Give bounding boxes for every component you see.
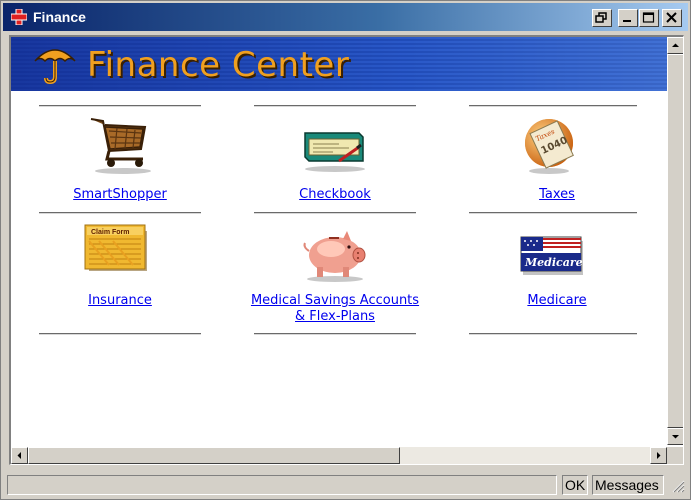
divider [254,333,416,335]
divider [39,105,201,107]
horizontal-scrollbar[interactable] [11,447,667,464]
divider [469,333,637,335]
scroll-left-button[interactable] [11,447,28,464]
minimize-button[interactable] [618,9,638,27]
status-bar: OK Messages [3,472,688,498]
title-bar[interactable]: Finance [3,3,688,31]
arrow-up-icon [672,43,679,47]
divider [39,333,201,335]
status-messages[interactable]: Messages [592,475,664,495]
scroll-right-button[interactable] [650,447,667,464]
divider [469,212,637,214]
smartshopper-link[interactable]: SmartShopper [39,187,201,203]
status-ok: OK [562,475,588,495]
claim-form-icon[interactable]: Claim Form [83,221,153,277]
divider [469,105,637,107]
arrow-right-icon [657,452,661,459]
scroll-up-button[interactable] [667,37,683,54]
umbrella-icon [34,49,76,85]
taxes-link[interactable]: Taxes [476,187,638,203]
resize-grip-icon[interactable] [671,479,685,493]
maximize-button[interactable] [639,9,659,27]
horizontal-scroll-thumb[interactable] [28,447,400,464]
checkbook-icon[interactable] [299,125,369,175]
window-title: Finance [33,9,86,25]
banner-title: Finance Center [87,45,350,85]
restore-button[interactable] [592,9,612,27]
insurance-link[interactable]: Insurance [39,293,201,309]
scroll-down-button[interactable] [667,428,683,445]
shopping-cart-icon[interactable] [85,113,155,175]
restore-icon [595,12,607,23]
minimize-icon [623,20,631,22]
scrollbar-corner [667,447,683,464]
divider [254,212,416,214]
red-cross-icon [11,9,27,25]
status-main-panel [7,475,557,495]
checkbook-link[interactable]: Checkbook [254,187,416,203]
medical-savings-link[interactable]: Medical Savings Accounts & Flex-Plans [236,293,434,325]
vertical-scrollbar[interactable] [667,37,683,445]
medical-savings-line2[interactable]: & Flex-Plans [295,309,375,324]
medical-savings-line1[interactable]: Medical Savings Accounts [251,293,419,308]
finance-center-banner: Finance Center [11,37,667,91]
arrow-down-icon [672,435,679,439]
close-button[interactable] [662,9,682,27]
medicare-link[interactable]: Medicare [476,293,638,309]
content-area: Finance Center SmartShopper Checkbook Ta… [9,35,684,465]
divider [254,105,416,107]
divider [39,212,201,214]
medicare-card-icon[interactable]: Medicare [519,235,585,277]
svg-text:Medicare: Medicare [524,256,583,269]
svg-text:Claim Form: Claim Form [91,229,130,236]
finance-window: Finance Finance Center SmartShopper Chec… [0,0,691,500]
vertical-scroll-thumb[interactable] [667,54,683,428]
tax-form-icon[interactable]: Taxes 1040 [519,115,581,175]
maximize-icon [642,12,655,23]
piggy-bank-icon[interactable] [299,229,369,283]
arrow-left-icon [17,452,21,459]
close-icon [666,12,677,23]
